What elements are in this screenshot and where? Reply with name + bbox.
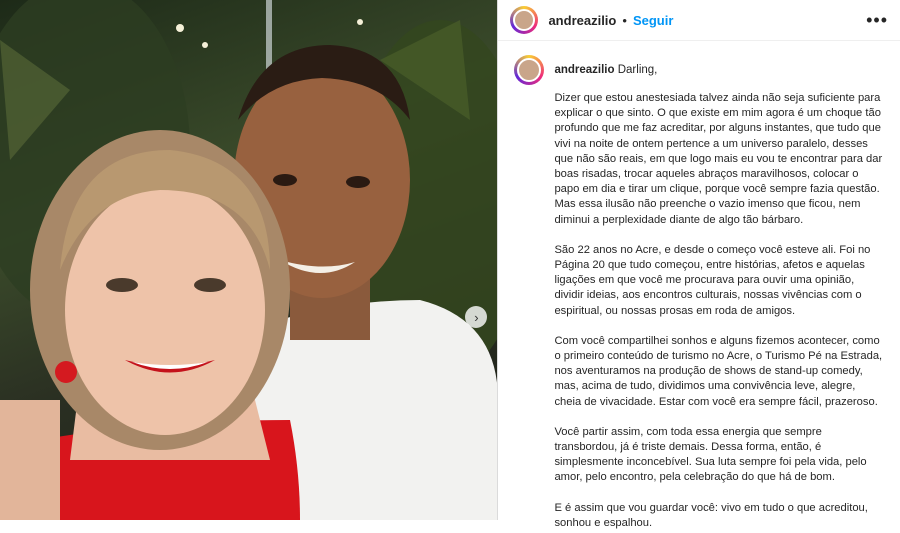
caption-paragraph: E é assim que vou guardar você: vivo em … bbox=[554, 501, 868, 529]
separator-dot: • bbox=[622, 12, 627, 28]
avatar-image bbox=[513, 9, 536, 31]
more-options-icon[interactable]: ••• bbox=[866, 10, 888, 31]
selfie-illustration bbox=[0, 0, 498, 520]
caption-paragraph: Você partir assim, com toda essa energia… bbox=[554, 425, 867, 484]
caption-greeting: Darling, bbox=[617, 64, 658, 76]
username-link[interactable]: andreazilio bbox=[548, 13, 616, 28]
caption-paragraph: São 22 anos no Acre, e desde o começo vo… bbox=[554, 243, 871, 317]
caption-paragraph: Dizer que estou anestesiada talvez ainda… bbox=[554, 92, 883, 226]
caption-first-line: andreazilio Darling, bbox=[554, 64, 657, 76]
avatar-image bbox=[517, 58, 542, 82]
post-sidebar: andreazilio • Seguir ••• andreazilio Dar… bbox=[497, 0, 900, 529]
caption-paragraph: Com você compartilhei sonhos e alguns fi… bbox=[554, 334, 883, 408]
post-header: andreazilio • Seguir ••• bbox=[498, 0, 900, 41]
caption-avatar[interactable] bbox=[514, 55, 545, 85]
avatar[interactable] bbox=[510, 6, 539, 34]
caption-username[interactable]: andreazilio bbox=[554, 64, 614, 76]
caption: andreazilio Darling, Dizer que estou ane… bbox=[498, 41, 900, 533]
follow-button[interactable]: Seguir bbox=[633, 13, 673, 28]
post-container: › andreazilio • Seguir ••• andreazilio D… bbox=[0, 0, 900, 529]
post-photo[interactable]: › bbox=[0, 0, 498, 520]
caption-body: Dizer que estou anestesiada talvez ainda… bbox=[554, 91, 884, 531]
caption-header: andreazilio Darling, bbox=[514, 55, 884, 85]
